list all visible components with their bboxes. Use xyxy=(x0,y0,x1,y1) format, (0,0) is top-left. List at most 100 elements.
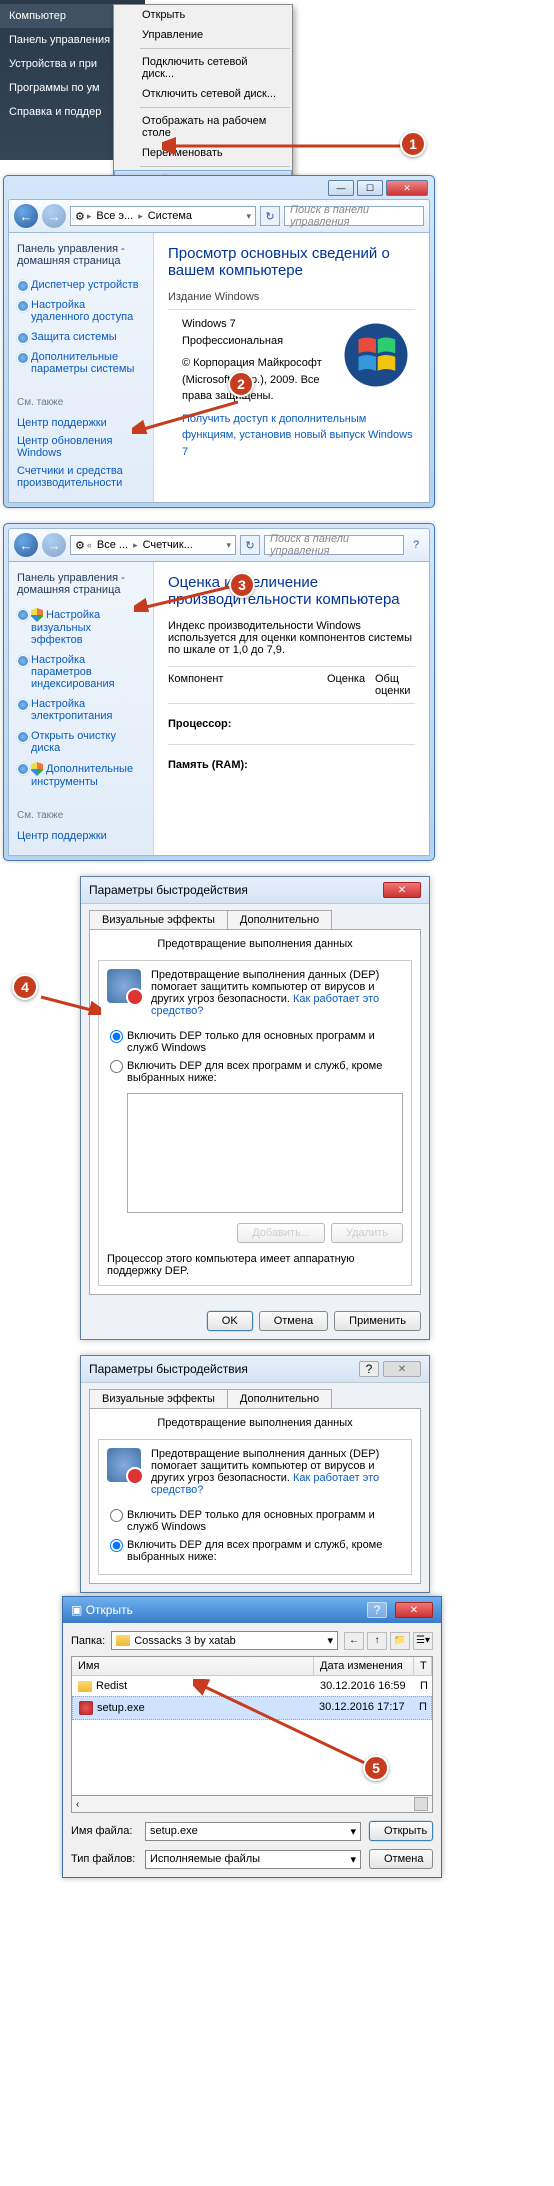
see-also-winupdate[interactable]: Центр обновления Windows xyxy=(17,432,145,462)
separator xyxy=(140,48,290,49)
hscroll-hint[interactable]: ‹ xyxy=(76,1799,79,1810)
help-button[interactable]: ? xyxy=(367,1602,387,1618)
file-type: П xyxy=(413,1699,431,1717)
close-button[interactable]: ✕ xyxy=(395,1602,433,1618)
tab-visual-effects[interactable]: Визуальные эффекты xyxy=(89,910,228,929)
col-date[interactable]: Дата изменения xyxy=(314,1657,414,1675)
tab-dep-label: Предотвращение выполнения данных xyxy=(98,938,412,950)
filename-input[interactable]: setup.exe▾ xyxy=(145,1822,361,1841)
apply-button[interactable]: Применить xyxy=(334,1311,421,1331)
ctx-unmap-drive[interactable]: Отключить сетевой диск... xyxy=(114,84,292,104)
radio-input[interactable] xyxy=(110,1030,123,1043)
sidebar-link-cleanup[interactable]: Открыть очистку диска xyxy=(17,726,145,758)
close-button[interactable]: ✕ xyxy=(383,882,421,898)
nav-back-button[interactable]: ← xyxy=(14,204,38,228)
breadcrumb-bar[interactable]: ⚙ ▸ Все э... ▸ Система ▾ xyxy=(70,206,256,226)
col-type[interactable]: Т xyxy=(414,1657,432,1675)
dep-shield-icon xyxy=(107,969,141,1003)
refresh-button[interactable]: ↻ xyxy=(240,535,260,555)
breadcrumb-bar[interactable]: ⚙ « Все ... ▸ Счетчик... ▾ xyxy=(70,535,236,555)
sidebar-heading[interactable]: Панель управления - домашняя страница xyxy=(17,243,145,267)
callout-arrow xyxy=(132,398,238,434)
see-also-perfinfo[interactable]: Счетчики и средства производительности xyxy=(17,462,145,492)
sidebar-heading[interactable]: Панель управления - домашняя страница xyxy=(17,572,145,596)
filetype-label: Тип файлов: xyxy=(71,1853,137,1865)
windows-logo-icon xyxy=(341,320,411,390)
breadcrumb-segment[interactable]: Счетчик... xyxy=(140,539,196,551)
page-title: Просмотр основных сведений о вашем компь… xyxy=(168,245,415,279)
ctx-open[interactable]: Открыть xyxy=(114,5,292,25)
folder-label: Папка: xyxy=(71,1635,105,1647)
sidebar-link-visualfx[interactable]: Настройка визуальных эффектов xyxy=(17,604,145,650)
col-name[interactable]: Имя xyxy=(72,1657,314,1675)
control-panel-icon: ⚙ xyxy=(75,210,85,223)
row-processor: Процессор: xyxy=(168,710,415,738)
cancel-button[interactable]: Отмена xyxy=(369,1849,433,1869)
see-also-actioncenter[interactable]: Центр поддержки xyxy=(17,414,145,432)
see-also-actioncenter[interactable]: Центр поддержки xyxy=(17,827,145,845)
separator xyxy=(140,166,290,167)
callout-badge-3: 3 xyxy=(229,572,255,598)
folder-combo[interactable]: Cossacks 3 by xatab▾ xyxy=(111,1631,338,1650)
page-description: Индекс производительности Windows исполь… xyxy=(168,620,415,656)
sidebar-link-power[interactable]: Настройка электропитания xyxy=(17,694,145,726)
dep-radio-all[interactable]: Включить DEP для всех программ и служб, … xyxy=(107,1536,403,1566)
chevron-down-icon[interactable]: ▾ xyxy=(327,1634,333,1647)
nav-back-button[interactable]: ← xyxy=(14,533,38,557)
up-tool[interactable]: ↑ xyxy=(367,1632,387,1650)
callout-badge-4: 4 xyxy=(12,974,38,1000)
filename-label: Имя файла: xyxy=(71,1825,137,1837)
sidebar-link-devmgr[interactable]: Диспетчер устройств xyxy=(17,275,145,295)
close-button[interactable]: ✕ xyxy=(383,1361,421,1377)
ctx-map-drive[interactable]: Подключить сетевой диск... xyxy=(114,52,292,84)
dep-radio-essential[interactable]: Включить DEP только для основных програм… xyxy=(107,1506,403,1536)
dep-exceptions-list[interactable] xyxy=(127,1093,403,1213)
view-tool[interactable]: ☰▾ xyxy=(413,1632,433,1650)
search-input[interactable]: Поиск в панели управления xyxy=(284,206,424,226)
callout-badge-5: 5 xyxy=(363,1755,389,1781)
cancel-button[interactable]: Отмена xyxy=(259,1311,328,1331)
tab-advanced[interactable]: Дополнительно xyxy=(227,1389,332,1408)
sidebar-link-advanced[interactable]: Дополнительные параметры системы xyxy=(17,347,145,379)
refresh-button[interactable]: ↻ xyxy=(260,206,280,226)
open-button[interactable]: Открыть xyxy=(369,1821,433,1841)
radio-input[interactable] xyxy=(110,1539,123,1552)
breadcrumb-segment[interactable]: Система xyxy=(145,210,195,222)
close-button[interactable]: ✕ xyxy=(386,180,428,196)
help-icon[interactable]: ? xyxy=(408,539,424,551)
tab-advanced[interactable]: Дополнительно xyxy=(227,910,332,929)
chevron-down-icon[interactable]: ▾ xyxy=(350,1825,356,1838)
chevron-down-icon[interactable]: ▾ xyxy=(246,211,251,222)
sidebar-link-indexing[interactable]: Настройка параметров индексирования xyxy=(17,650,145,694)
maximize-button[interactable]: ☐ xyxy=(357,180,383,196)
callout-badge-1: 1 xyxy=(400,131,426,157)
search-input[interactable]: Поиск в панели управления xyxy=(264,535,404,555)
chevron-right-icon: ▸ xyxy=(133,540,138,551)
breadcrumb-segment[interactable]: Все ... xyxy=(94,539,131,551)
sidebar-link-protection[interactable]: Защита системы xyxy=(17,327,145,347)
context-menu: Открыть Управление Подключить сетевой ди… xyxy=(113,4,293,191)
ctx-manage[interactable]: Управление xyxy=(114,25,292,45)
breadcrumb-segment[interactable]: Все э... xyxy=(93,210,136,222)
dep-radio-all[interactable]: Включить DEP для всех программ и служб, … xyxy=(107,1057,403,1087)
newfolder-tool[interactable]: 📁 xyxy=(390,1632,410,1650)
chevron-down-icon[interactable]: ▾ xyxy=(350,1853,356,1866)
nav-forward-button[interactable]: → xyxy=(42,204,66,228)
dep-radio-essential[interactable]: Включить DEP только для основных програм… xyxy=(107,1027,403,1057)
sidebar-link-tools[interactable]: Дополнительные инструменты xyxy=(17,758,145,792)
sidebar-link-remote[interactable]: Настройка удаленного доступа xyxy=(17,295,145,327)
see-also-label: См. также xyxy=(17,397,145,408)
minimize-button[interactable]: — xyxy=(328,180,354,196)
nav-forward-button[interactable]: → xyxy=(42,533,66,557)
tab-visual-effects[interactable]: Визуальные эффекты xyxy=(89,1389,228,1408)
back-tool[interactable]: ← xyxy=(344,1632,364,1650)
callout-arrow xyxy=(193,1679,373,1769)
filetype-combo[interactable]: Исполняемые файлы▾ xyxy=(145,1850,361,1869)
scroll-grip[interactable] xyxy=(414,1797,428,1811)
help-button[interactable]: ? xyxy=(359,1361,379,1377)
radio-input[interactable] xyxy=(110,1509,123,1522)
add-button[interactable]: Добавить... xyxy=(237,1223,325,1243)
radio-input[interactable] xyxy=(110,1060,123,1073)
ok-button[interactable]: OK xyxy=(207,1311,253,1331)
chevron-down-icon[interactable]: ▾ xyxy=(226,540,231,551)
